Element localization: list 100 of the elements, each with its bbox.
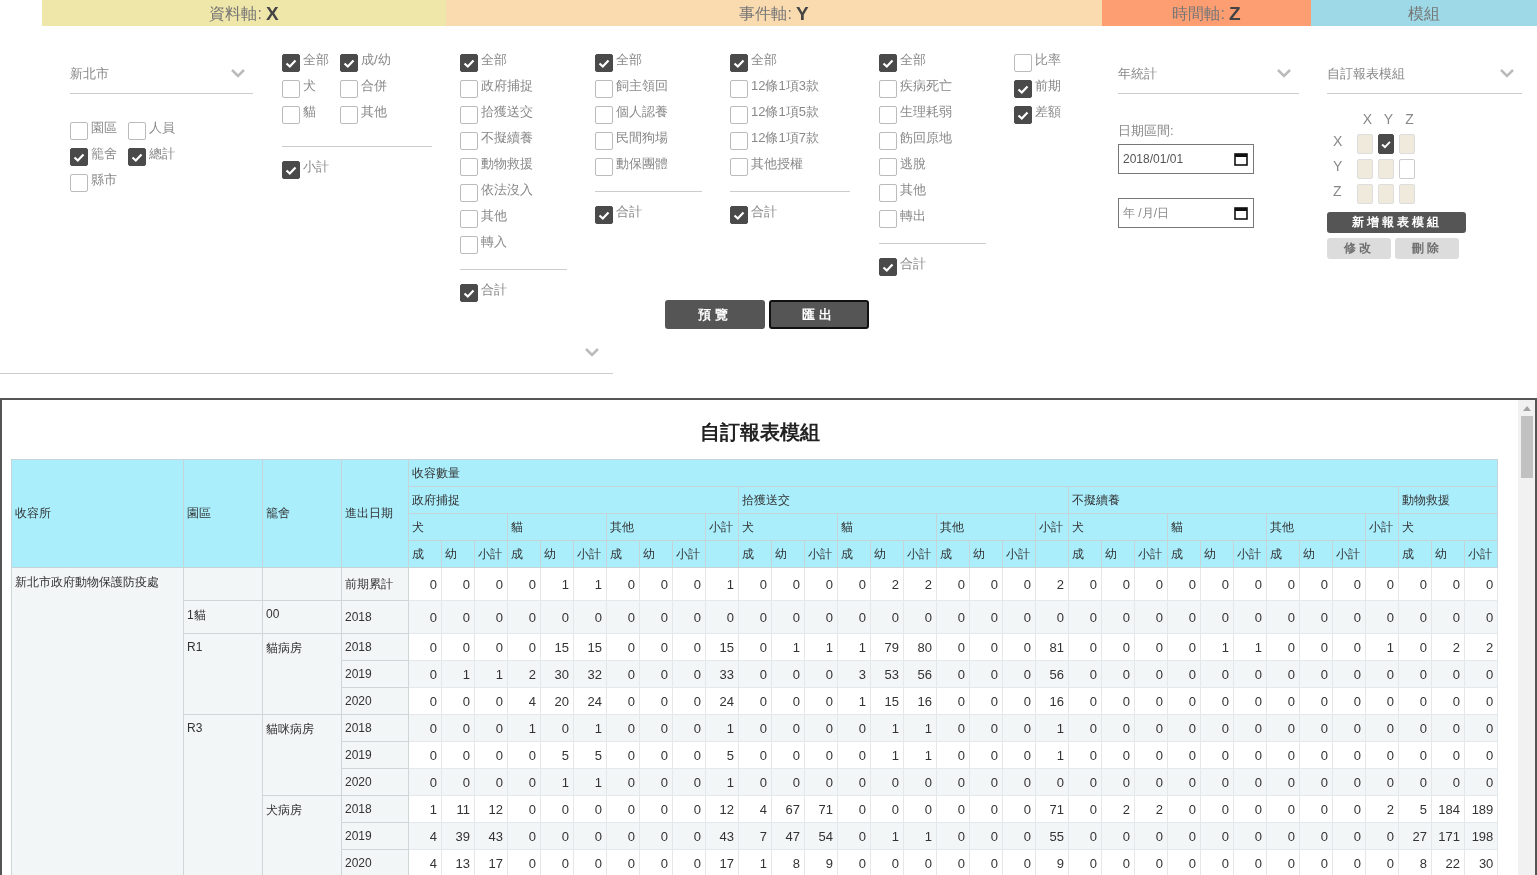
table-cell: 2018: [341, 600, 409, 634]
checkbox-label: 合計: [900, 255, 926, 273]
period-select[interactable]: 年統計: [1118, 54, 1299, 94]
column-header: 收容數量: [408, 459, 1498, 487]
checkbox[interactable]: [730, 206, 748, 224]
checkbox[interactable]: [730, 132, 748, 150]
table-cell: 貓病房: [262, 633, 342, 715]
column-header: 動物救援: [1398, 486, 1498, 514]
checkbox[interactable]: [1014, 80, 1032, 98]
calendar-icon[interactable]: [1234, 206, 1248, 220]
checkbox[interactable]: [595, 158, 613, 176]
checkbox[interactable]: [282, 54, 300, 72]
template-select[interactable]: 自訂報表模組: [1327, 54, 1522, 94]
checkbox-label: 12條1項3款: [751, 77, 819, 95]
arrow-up-icon[interactable]: [1522, 406, 1531, 411]
checkbox[interactable]: [595, 206, 613, 224]
checkbox[interactable]: [460, 106, 478, 124]
table-cell: 2019: [341, 660, 409, 688]
table-cell: R3: [183, 714, 263, 875]
checkbox[interactable]: [879, 54, 897, 72]
calendar-icon[interactable]: [1234, 152, 1248, 166]
checkbox[interactable]: [595, 132, 613, 150]
checkbox[interactable]: [340, 54, 358, 72]
report-title: 自訂報表模組: [699, 420, 821, 445]
checkbox-label: 縣市: [91, 171, 117, 189]
table-cell: 前期累計: [341, 567, 409, 601]
axis-label: Y: [1382, 110, 1395, 127]
checkbox-label: 政府捕捉: [481, 77, 533, 95]
checkbox[interactable]: [595, 54, 613, 72]
checkbox[interactable]: [730, 54, 748, 72]
chevron-down-icon: [231, 69, 245, 78]
checkbox[interactable]: [879, 158, 897, 176]
checkbox[interactable]: [879, 258, 897, 276]
checkbox[interactable]: [879, 132, 897, 150]
column-header: 其他: [1266, 513, 1366, 541]
checkbox[interactable]: [282, 161, 300, 179]
axis-label: Z: [1404, 110, 1415, 127]
axis-header: 事件軸: Y: [446, 0, 1102, 26]
checkbox[interactable]: [460, 210, 478, 228]
checkbox-label: 12條1項5款: [751, 103, 819, 121]
checkbox[interactable]: [595, 106, 613, 124]
checkbox[interactable]: [1378, 133, 1394, 154]
checkbox[interactable]: [460, 184, 478, 202]
axis-label: Z: [1332, 182, 1343, 199]
checkbox-label: 合併: [361, 77, 387, 95]
checkbox[interactable]: [70, 122, 88, 140]
preview-button[interactable]: 預覽: [665, 300, 765, 329]
axis-header: 模組: [1311, 0, 1537, 26]
date-field[interactable]: 2018/01/01: [1118, 144, 1254, 174]
checkbox[interactable]: [879, 184, 897, 202]
checkbox-label: 疾病死亡: [900, 77, 952, 95]
checkbox[interactable]: [70, 174, 88, 192]
checkbox-label: 總計: [149, 145, 175, 163]
checkbox[interactable]: [879, 80, 897, 98]
table-cell: 00: [262, 600, 342, 634]
export-button[interactable]: 匯出: [769, 300, 869, 329]
checkbox[interactable]: [282, 106, 300, 124]
table-cell: 2019: [341, 822, 409, 850]
checkbox[interactable]: [460, 236, 478, 254]
checkbox-label: 合計: [616, 203, 642, 221]
scrollbar[interactable]: [1518, 400, 1535, 875]
table-cell: 2020: [341, 687, 409, 715]
column-header: 貓: [1167, 513, 1267, 541]
checkbox[interactable]: [460, 132, 478, 150]
checkbox[interactable]: [460, 158, 478, 176]
checkbox[interactable]: [128, 122, 146, 140]
checkbox[interactable]: [879, 210, 897, 228]
table-cell: 2018: [341, 714, 409, 742]
checkbox[interactable]: [730, 80, 748, 98]
checkbox-label: 園區: [91, 119, 117, 137]
table-cell: 1貓: [183, 600, 263, 634]
checkbox[interactable]: [340, 80, 358, 98]
column-header: 其他: [936, 513, 1036, 541]
checkbox[interactable]: [730, 106, 748, 124]
checkbox[interactable]: [1014, 54, 1032, 72]
checkbox[interactable]: [460, 80, 478, 98]
checkbox[interactable]: [70, 148, 88, 166]
checkbox[interactable]: [730, 158, 748, 176]
checkbox[interactable]: [595, 80, 613, 98]
scrollbar-thumb[interactable]: [1520, 416, 1533, 478]
checkbox[interactable]: [340, 106, 358, 124]
chevron-down-icon[interactable]: [585, 348, 599, 357]
checkbox[interactable]: [128, 148, 146, 166]
column-header: 政府捕捉: [408, 486, 739, 514]
table-cell: 犬病房: [262, 795, 342, 875]
checkbox-label: 差額: [1035, 103, 1061, 121]
date-field[interactable]: 年 /月/日: [1118, 198, 1254, 228]
checkbox[interactable]: [1014, 106, 1032, 124]
checkbox-label: 其他: [481, 207, 507, 225]
checkbox-label: 轉出: [900, 207, 926, 225]
checkbox[interactable]: [460, 284, 478, 302]
module-button[interactable]: 新增報表模組: [1327, 212, 1466, 233]
checkbox[interactable]: [282, 80, 300, 98]
checkbox[interactable]: [879, 106, 897, 124]
checkbox-label: 其他: [900, 181, 926, 199]
checkbox[interactable]: [460, 54, 478, 72]
column-header: 園區: [183, 459, 263, 568]
chevron-down-icon: [1500, 69, 1514, 78]
checkbox-label: 動物救援: [481, 155, 533, 173]
region-select[interactable]: 新北市: [70, 54, 253, 94]
